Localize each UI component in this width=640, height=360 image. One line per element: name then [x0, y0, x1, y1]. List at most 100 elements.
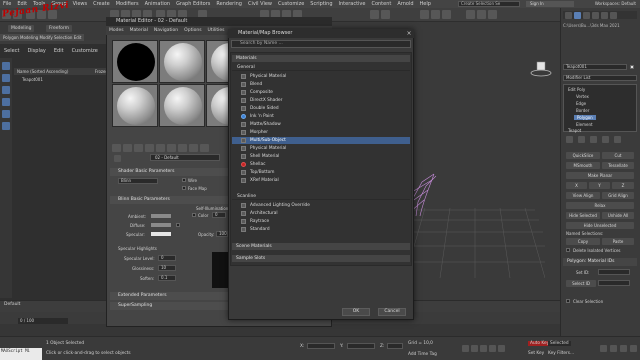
- menu-help[interactable]: Help: [417, 1, 434, 7]
- msmooth-button[interactable]: MSmooth: [566, 162, 600, 169]
- play-icon[interactable]: [480, 345, 487, 352]
- ribbon-sub-tail[interactable]: Modify Selection Edit: [39, 35, 81, 40]
- specular-swatch[interactable]: [150, 231, 172, 237]
- list-item[interactable]: XRef Material: [232, 177, 410, 184]
- tessellate-button[interactable]: Tessellate: [602, 162, 634, 169]
- mirror-icon[interactable]: [370, 10, 379, 19]
- explorer-column-header[interactable]: Name (Sorted Ascending) Frozen: [14, 68, 110, 75]
- next-frame-icon[interactable]: [489, 345, 496, 352]
- hide-unselected-button[interactable]: Hide Unselected: [566, 222, 634, 229]
- y-coordinate-field[interactable]: [347, 343, 375, 349]
- configure-sets-icon[interactable]: [614, 136, 621, 143]
- relax-button[interactable]: Relax: [566, 202, 634, 209]
- go-to-end-icon[interactable]: [498, 345, 505, 352]
- face-map-checkbox[interactable]: [182, 186, 186, 190]
- extended-parameters-section[interactable]: Extended Parameters: [110, 292, 228, 300]
- list-item[interactable]: Architectural: [232, 210, 410, 217]
- tab-freeform[interactable]: Freeform: [46, 25, 73, 32]
- y-button[interactable]: Y: [589, 182, 610, 189]
- set-key-button[interactable]: Set Key: [528, 351, 544, 356]
- modifier-edge[interactable]: Edge: [576, 101, 586, 106]
- list-item[interactable]: Top/Bottom: [232, 169, 410, 176]
- modifier-polygon[interactable]: Polygon: [574, 115, 596, 120]
- me-menu-utilities[interactable]: Utilities: [205, 28, 228, 33]
- list-item[interactable]: Shell Material: [232, 153, 410, 160]
- filter-cameras-icon[interactable]: [2, 98, 10, 106]
- clear-selection-checkbox[interactable]: [566, 299, 570, 303]
- menu-content[interactable]: Content: [368, 1, 394, 7]
- material-name-field[interactable]: 02 - Default: [150, 154, 220, 161]
- selection-set-input[interactable]: Create Selection Se: [458, 1, 520, 7]
- menu-animation[interactable]: Animation: [142, 1, 174, 7]
- make-planar-button[interactable]: Make Planar: [566, 172, 634, 179]
- browser-search-input[interactable]: Search by Name ...: [231, 40, 411, 48]
- glossiness-field[interactable]: 10: [158, 265, 176, 271]
- reset-map-icon[interactable]: [145, 144, 154, 152]
- display-tab-icon[interactable]: [601, 11, 608, 19]
- hierarchy-tab-icon[interactable]: [583, 11, 590, 19]
- show-map-icon[interactable]: [189, 144, 198, 152]
- create-tab-icon[interactable]: [565, 11, 572, 19]
- list-item[interactable]: Composite: [232, 89, 410, 96]
- diffuse-swatch[interactable]: [150, 222, 172, 228]
- menu-views[interactable]: Views: [70, 1, 90, 7]
- pick-material-icon[interactable]: [114, 155, 121, 162]
- self-illum-color-checkbox[interactable]: [192, 213, 196, 217]
- render-icon[interactable]: [488, 10, 497, 19]
- menu-customize[interactable]: Customize: [275, 1, 307, 7]
- close-icon[interactable]: ×: [404, 29, 414, 38]
- list-item[interactable]: DirectX Shader: [232, 97, 410, 104]
- previous-frame-icon[interactable]: [471, 345, 478, 352]
- list-item[interactable]: Standard: [232, 226, 410, 233]
- select-id-field[interactable]: [598, 280, 630, 286]
- filter-geometry-icon[interactable]: [2, 62, 10, 70]
- go-to-parent-icon[interactable]: [200, 144, 209, 152]
- material-editor-icon[interactable]: [442, 10, 451, 19]
- paste-button[interactable]: Paste: [602, 238, 634, 245]
- list-item[interactable]: Morpher: [232, 129, 410, 136]
- group-sample-slots[interactable]: Sample Slots: [232, 255, 410, 262]
- schematic-icon[interactable]: [431, 10, 440, 19]
- z-button[interactable]: Z: [612, 182, 634, 189]
- z-coordinate-field[interactable]: [387, 343, 403, 349]
- shader-type-dropdown[interactable]: Blinn: [118, 178, 158, 184]
- modifier-teapot[interactable]: Teapot: [568, 128, 581, 133]
- explorer-tab-select[interactable]: Select: [0, 48, 23, 54]
- key-filters-button[interactable]: Key Filters...: [548, 351, 574, 356]
- modifier-list-dropdown[interactable]: Modifier List: [563, 75, 637, 81]
- ribbon-polygon-modeling[interactable]: Polygon Modeling: [3, 35, 38, 40]
- viewcube-icon[interactable]: [530, 58, 552, 80]
- view-align-button[interactable]: View Align: [566, 192, 600, 199]
- explorer-tab-customize[interactable]: Customize: [68, 48, 102, 54]
- list-item-selected[interactable]: Multi/Sub-Object: [232, 137, 410, 144]
- remove-modifier-icon[interactable]: [602, 136, 609, 143]
- material-ids-section[interactable]: Polygon: Material IDs: [563, 258, 637, 266]
- menu-interactive[interactable]: Interactive: [336, 1, 369, 7]
- diffuse-map-button[interactable]: [176, 223, 180, 227]
- material-id-icon[interactable]: [178, 144, 187, 152]
- add-time-tag[interactable]: Add Time Tag: [408, 352, 437, 357]
- modifier-border[interactable]: Border: [576, 108, 589, 113]
- blinn-basic-section[interactable]: Blinn Basic Parameters: [110, 196, 228, 204]
- cut-button[interactable]: Cut: [602, 152, 634, 159]
- sample-slot-2[interactable]: [159, 40, 205, 83]
- curve-editor-icon[interactable]: [420, 10, 429, 19]
- motion-tab-icon[interactable]: [592, 11, 599, 19]
- modifier-vertex[interactable]: Vertex: [576, 94, 589, 99]
- show-end-result-icon[interactable]: [578, 136, 585, 143]
- soften-field[interactable]: 0.1: [158, 275, 176, 281]
- sample-slot-5[interactable]: [159, 84, 205, 127]
- modifier-edit-poly[interactable]: Edit Poly: [568, 87, 585, 92]
- filter-shapes-icon[interactable]: [2, 74, 10, 82]
- workspace-selector[interactable]: Workspaces: Default: [595, 0, 636, 8]
- hide-selected-button[interactable]: Hide Selected: [566, 212, 600, 219]
- assign-to-selection-icon[interactable]: [134, 144, 143, 152]
- list-item[interactable]: Physical Material: [232, 145, 410, 152]
- maximize-viewport-icon[interactable]: [630, 345, 637, 352]
- sample-slot-1[interactable]: [112, 40, 158, 83]
- get-material-icon[interactable]: [112, 144, 121, 152]
- specular-level-field[interactable]: 0: [158, 255, 176, 261]
- sample-slot-4[interactable]: [112, 84, 158, 127]
- tab-modeling[interactable]: Modeling: [8, 25, 35, 32]
- delete-isolated-checkbox[interactable]: [566, 248, 570, 252]
